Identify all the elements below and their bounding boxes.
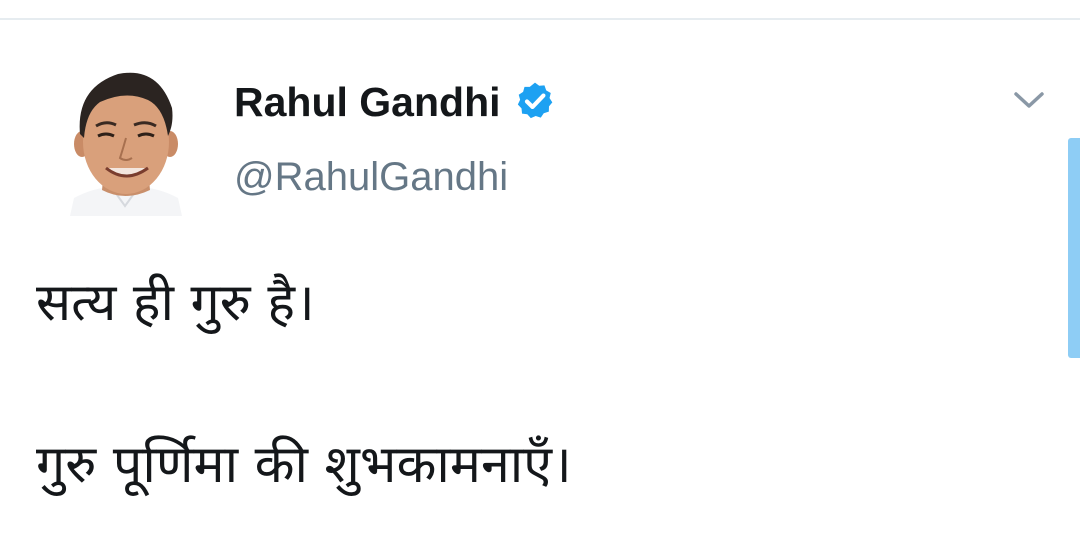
author-handle[interactable]: @RahulGandhi bbox=[234, 150, 508, 204]
chevron-down-icon[interactable] bbox=[1008, 82, 1050, 118]
avatar-image bbox=[70, 72, 182, 216]
verified-badge-icon bbox=[517, 82, 553, 119]
tweet-text-line: सत्य ही गुरु है। bbox=[36, 273, 315, 333]
tweet-text-line: गुरु पूर्णिमा की शुभकामनाएँ। bbox=[36, 435, 572, 495]
scroll-indicator[interactable] bbox=[1068, 138, 1080, 358]
tweet-view: Rahul Gandhi @RahulGandhi सत्य ही गुरु ह… bbox=[0, 0, 1080, 556]
avatar[interactable] bbox=[60, 60, 190, 216]
top-divider bbox=[0, 18, 1080, 20]
author-name[interactable]: Rahul Gandhi bbox=[234, 76, 501, 128]
